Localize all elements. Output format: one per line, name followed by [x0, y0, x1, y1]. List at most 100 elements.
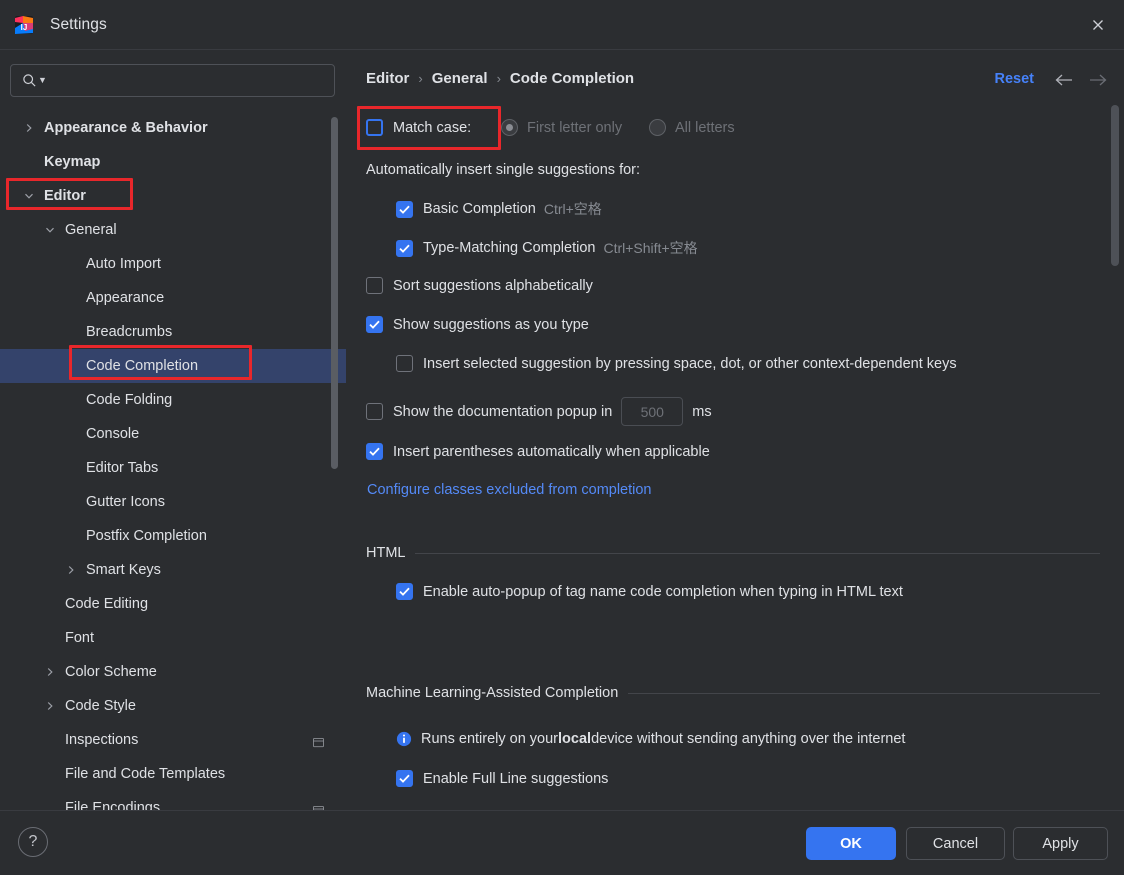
- question-mark-icon[interactable]: ?: [18, 827, 48, 857]
- breadcrumb-item-general[interactable]: General: [432, 70, 488, 87]
- doc-popup-label: Show the documentation popup in: [393, 403, 613, 420]
- sidebar-item-editor[interactable]: Editor: [0, 179, 346, 213]
- sidebar-item-breadcrumbs[interactable]: Breadcrumbs: [0, 315, 346, 349]
- sidebar-item-auto-import[interactable]: Auto Import: [0, 247, 346, 281]
- section-divider: [415, 552, 1100, 554]
- html-auto-popup-label: Enable auto-popup of tag name code compl…: [423, 583, 903, 600]
- configure-excluded-classes-link-row[interactable]: Configure classes excluded from completi…: [367, 482, 652, 498]
- breadcrumb-separator-icon: ›: [418, 71, 423, 86]
- search-icon: [23, 74, 36, 87]
- sidebar-scrollbar-thumb[interactable]: [331, 117, 338, 469]
- sidebar-item-label: Auto Import: [86, 256, 161, 272]
- sidebar-item-editor-tabs[interactable]: Editor Tabs: [0, 451, 346, 485]
- sidebar-item-postfix-completion[interactable]: Postfix Completion: [0, 519, 346, 553]
- intellij-idea-logo: IJ: [15, 15, 33, 34]
- case-mode-first-letter-radio: [501, 119, 518, 136]
- sidebar-item-inspections[interactable]: Inspections: [0, 723, 346, 757]
- sidebar-item-general[interactable]: General: [0, 213, 346, 247]
- configure-excluded-classes-link[interactable]: Configure classes excluded from completi…: [367, 482, 652, 498]
- sort-alphabetically-row[interactable]: Sort suggestions alphabetically: [366, 277, 593, 294]
- close-icon[interactable]: [1078, 6, 1118, 44]
- insert-parentheses-row[interactable]: Insert parentheses automatically when ap…: [366, 443, 710, 460]
- case-mode-all-letters-row: All letters: [649, 119, 735, 136]
- basic-completion-checkbox[interactable]: [396, 200, 413, 218]
- settings-sidebar: ▼ Appearance & Behavior Keymap Editor Gener…: [0, 51, 346, 810]
- project-scope-icon: [313, 736, 324, 748]
- html-auto-popup-row[interactable]: Enable auto-popup of tag name code compl…: [396, 583, 903, 600]
- ml-info-text-bold: local: [558, 731, 592, 747]
- insert-parentheses-checkbox[interactable]: [366, 443, 383, 460]
- settings-tree: Appearance & Behavior Keymap Editor General…: [0, 111, 346, 810]
- sidebar-item-code-folding[interactable]: Code Folding: [0, 383, 346, 417]
- sidebar-item-label: Inspections: [65, 732, 139, 748]
- sidebar-item-file-encodings[interactable]: File Encodings: [0, 791, 346, 810]
- sidebar-item-code-style[interactable]: Code Style: [0, 689, 346, 723]
- breadcrumb-item-editor[interactable]: Editor: [366, 70, 409, 87]
- sidebar-item-label: Editor: [44, 188, 86, 204]
- search-box[interactable]: ▼: [10, 64, 335, 97]
- content-scrollbar-thumb[interactable]: [1111, 105, 1119, 266]
- full-line-suggestions-label: Enable Full Line suggestions: [423, 770, 609, 787]
- chevron-right-icon[interactable]: [64, 563, 78, 577]
- sidebar-item-code-completion[interactable]: Code Completion: [0, 349, 346, 383]
- chevron-down-icon[interactable]: [22, 189, 36, 203]
- chevron-down-icon[interactable]: ▼: [38, 76, 47, 85]
- insert-selected-checkbox[interactable]: [396, 355, 413, 372]
- chevron-down-icon[interactable]: [43, 223, 57, 237]
- project-scope-icon: [313, 738, 324, 748]
- dialog-footer: ? OK Cancel Apply: [0, 810, 1124, 875]
- sidebar-item-label: Breadcrumbs: [86, 324, 173, 340]
- ok-button[interactable]: OK: [806, 827, 896, 860]
- type-matching-completion-row[interactable]: Type-Matching Completion Ctrl+Shift+空格: [396, 238, 698, 258]
- match-case-checkbox[interactable]: [366, 119, 383, 136]
- apply-button[interactable]: Apply: [1013, 827, 1108, 860]
- case-mode-first-letter-label: First letter only: [527, 119, 623, 136]
- sidebar-item-color-scheme[interactable]: Color Scheme: [0, 655, 346, 689]
- basic-completion-row[interactable]: Basic Completion Ctrl+空格: [396, 199, 602, 219]
- chevron-right-icon[interactable]: [22, 121, 36, 135]
- match-case-row[interactable]: Match case:: [366, 119, 471, 136]
- cancel-button[interactable]: Cancel: [906, 827, 1005, 860]
- show-as-you-type-label: Show suggestions as you type: [393, 316, 589, 333]
- html-section-title: HTML: [366, 545, 406, 561]
- sidebar-item-label: Code Editing: [65, 596, 149, 612]
- insert-selected-row[interactable]: Insert selected suggestion by pressing s…: [396, 355, 957, 372]
- sidebar-item-file-and-code-templates[interactable]: File and Code Templates: [0, 757, 346, 791]
- ml-info-text-after: device without sending anything over the…: [591, 731, 906, 747]
- full-line-suggestions-row[interactable]: Enable Full Line suggestions: [396, 770, 608, 787]
- arrow-left-icon[interactable]: [1052, 69, 1076, 91]
- breadcrumb-item-code-completion: Code Completion: [509, 70, 635, 87]
- settings-form: Match case: First letter only All letter…: [346, 105, 1124, 810]
- search-input[interactable]: [52, 65, 326, 96]
- sidebar-item-appearance-behavior[interactable]: Appearance & Behavior: [0, 111, 346, 145]
- sidebar-item-console[interactable]: Console: [0, 417, 346, 451]
- settings-dialog: IJ Settings ▼ Appearance & Behavior Keyma…: [0, 0, 1124, 875]
- sidebar-item-font[interactable]: Font: [0, 621, 346, 655]
- sidebar-item-label: Code Style: [65, 698, 136, 714]
- html-auto-popup-checkbox[interactable]: [396, 583, 413, 600]
- sidebar-item-label: Code Completion: [86, 358, 199, 374]
- full-line-suggestions-checkbox[interactable]: [396, 770, 413, 787]
- sidebar-item-code-editing[interactable]: Code Editing: [0, 587, 346, 621]
- html-section-header: HTML: [366, 545, 1100, 561]
- show-as-you-type-row[interactable]: Show suggestions as you type: [366, 316, 589, 333]
- sidebar-item-appearance[interactable]: Appearance: [0, 281, 346, 315]
- show-as-you-type-checkbox[interactable]: [366, 316, 383, 333]
- sidebar-item-keymap[interactable]: Keymap: [0, 145, 346, 179]
- sidebar-item-label: Gutter Icons: [86, 494, 165, 510]
- sidebar-item-label: Color Scheme: [65, 664, 157, 680]
- sidebar-item-smart-keys[interactable]: Smart Keys: [0, 553, 346, 587]
- doc-popup-checkbox[interactable]: [366, 403, 383, 420]
- sidebar-item-gutter-icons[interactable]: Gutter Icons: [0, 485, 346, 519]
- basic-completion-shortcut: Ctrl+空格: [543, 201, 602, 217]
- chevron-right-icon[interactable]: [43, 699, 57, 713]
- sort-alphabetically-checkbox[interactable]: [366, 277, 383, 294]
- chevron-right-icon[interactable]: [43, 665, 57, 679]
- type-matching-completion-checkbox[interactable]: [396, 239, 413, 257]
- doc-popup-row[interactable]: Show the documentation popup in ms: [366, 397, 712, 426]
- auto-insert-header: Automatically insert single suggestions …: [366, 162, 641, 178]
- arrow-right-icon: [1086, 69, 1110, 91]
- doc-popup-delay-input[interactable]: [621, 397, 684, 426]
- type-matching-completion-label: Type-Matching Completion: [423, 240, 596, 256]
- reset-button[interactable]: Reset: [995, 71, 1035, 87]
